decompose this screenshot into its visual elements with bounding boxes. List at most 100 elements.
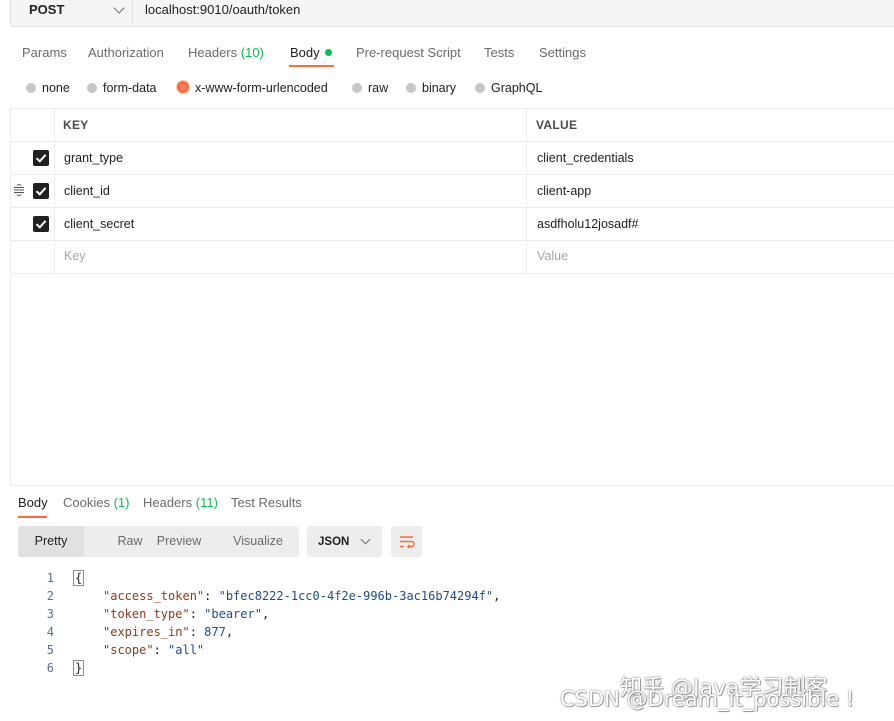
divider: [10, 207, 894, 208]
active-response-tab-indicator: [18, 516, 47, 518]
param-value[interactable]: client-app: [537, 184, 591, 198]
view-pretty-button[interactable]: Pretty: [18, 526, 84, 557]
row-checkbox[interactable]: [33, 150, 49, 166]
method-select[interactable]: POST: [11, 0, 133, 26]
json-value: "all": [168, 643, 205, 657]
tab-label: Headers: [188, 45, 238, 60]
tab-label: Params: [22, 45, 67, 60]
tab-headers[interactable]: Headers (10): [188, 45, 264, 60]
code-line: "access_token": "bfec8222-1cc0-4f2e-996b…: [103, 589, 501, 603]
tab-label: Headers: [143, 495, 193, 510]
line-number: 1: [46, 571, 54, 585]
url-bar: POST localhost:9010/oauth/token: [10, 0, 894, 27]
tab-pre-request-script[interactable]: Pre-request Script: [356, 45, 461, 60]
new-key-input[interactable]: Key: [64, 249, 86, 263]
radio-label: binary: [422, 81, 457, 95]
wrap-lines-icon: [400, 536, 415, 549]
row-checkbox[interactable]: [33, 183, 49, 199]
radio-label: GraphQL: [491, 81, 543, 95]
param-value[interactable]: client_credentials: [537, 151, 634, 165]
radio-binary[interactable]: binary: [406, 81, 456, 95]
json-value: "bfec8222-1cc0-4f2e-996b-3ac16b74294f": [218, 589, 494, 603]
line-number: 2: [46, 589, 54, 603]
param-key[interactable]: grant_type: [64, 151, 123, 165]
line-number: 5: [46, 643, 54, 657]
chevron-down-icon: [360, 534, 371, 545]
radio-circle-icon: [87, 83, 97, 93]
radio-none[interactable]: none: [26, 81, 70, 95]
tab-label: Settings: [539, 45, 586, 60]
code-line: "expires_in": 877,: [103, 625, 234, 639]
radio-circle-icon: [352, 83, 362, 93]
divider: [54, 108, 55, 274]
code-line: "token_type": "bearer",: [103, 607, 270, 621]
headers-count: (10): [240, 45, 264, 60]
format-label: JSON: [318, 536, 350, 548]
response-tab-cookies[interactable]: Cookies (1): [63, 495, 129, 510]
divider: [10, 240, 894, 241]
json-value: "bearer": [204, 607, 262, 621]
json-key: "access_token": [103, 589, 205, 603]
radio-form-data[interactable]: form-data: [87, 81, 157, 95]
check-icon: [35, 220, 47, 229]
response-tab-test-results[interactable]: Test Results: [231, 495, 302, 510]
column-header-value: VALUE: [536, 118, 578, 132]
tab-params[interactable]: Params: [22, 45, 67, 60]
radio-label: raw: [368, 81, 389, 95]
tab-label: Body: [290, 45, 320, 60]
column-header-key: KEY: [63, 118, 89, 132]
tab-settings[interactable]: Settings: [539, 45, 586, 60]
chevron-down-icon: [113, 2, 125, 14]
json-value: 877: [204, 625, 226, 639]
json-key: "expires_in": [103, 625, 190, 639]
json-key: "scope": [103, 643, 154, 657]
tab-authorization[interactable]: Authorization: [88, 45, 164, 60]
watermark-csdn: CSDN @Dream_it_possible !: [560, 687, 855, 711]
divider: [10, 108, 11, 485]
divider: [10, 273, 894, 274]
response-tab-headers[interactable]: Headers (11): [143, 495, 218, 510]
radio-raw[interactable]: raw: [352, 81, 388, 95]
divider: [526, 108, 527, 274]
url-input[interactable]: localhost:9010/oauth/token: [145, 2, 300, 17]
drag-handle-icon[interactable]: [13, 184, 25, 196]
response-divider: [10, 485, 894, 486]
tab-label: Pre-request Script: [356, 45, 461, 60]
code-brace-close: }: [73, 660, 85, 676]
json-key: "token_type": [103, 607, 190, 621]
check-icon: [35, 187, 47, 196]
tab-label: Authorization: [88, 45, 164, 60]
radio-circle-icon: [475, 83, 485, 93]
tab-body[interactable]: Body: [290, 45, 332, 60]
param-key[interactable]: client_id: [64, 184, 110, 198]
radio-graphql[interactable]: GraphQL: [475, 81, 542, 95]
radio-label: none: [42, 81, 70, 95]
cookies-count: (1): [113, 495, 130, 510]
radio-label: form-data: [103, 81, 157, 95]
param-value[interactable]: asdfholu12josadf#: [537, 217, 638, 231]
tab-label: Cookies: [63, 495, 110, 510]
view-mode-switcher: Pretty Raw Preview Visualize: [18, 526, 299, 557]
radio-label: x-www-form-urlencoded: [195, 81, 328, 95]
body-active-dot: [324, 49, 332, 56]
format-select[interactable]: JSON: [307, 526, 382, 557]
view-visualize-button[interactable]: Visualize: [229, 526, 287, 557]
radio-selected-icon: [177, 81, 189, 93]
code-line: "scope": "all": [103, 643, 205, 657]
divider: [10, 141, 894, 142]
check-icon: [35, 154, 47, 163]
new-value-input[interactable]: Value: [537, 249, 568, 263]
view-preview-button[interactable]: Preview: [151, 526, 207, 557]
method-label: POST: [29, 2, 65, 17]
radio-circle-icon: [406, 83, 416, 93]
row-checkbox[interactable]: [33, 216, 49, 232]
response-tab-body[interactable]: Body: [18, 495, 48, 510]
line-number: 4: [46, 625, 54, 639]
line-number: 6: [46, 661, 54, 675]
radio-x-www-form-urlencoded[interactable]: x-www-form-urlencoded: [177, 81, 328, 95]
tab-tests[interactable]: Tests: [484, 45, 514, 60]
tab-label: Tests: [484, 45, 515, 60]
param-key[interactable]: client_secret: [64, 217, 134, 231]
wrap-lines-button[interactable]: [391, 526, 422, 557]
code-brace-open: {: [73, 570, 85, 586]
